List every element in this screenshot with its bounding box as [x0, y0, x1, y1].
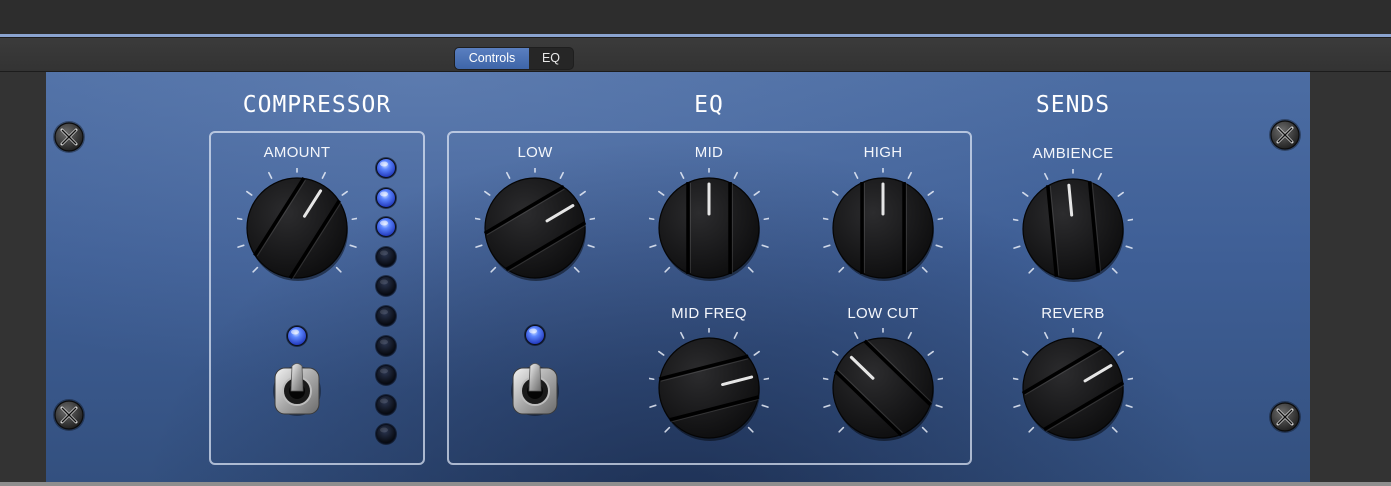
compressor-toggle-switch[interactable]: [270, 360, 324, 418]
screw-icon: [1269, 119, 1301, 151]
low-knob[interactable]: [475, 168, 595, 288]
mid-freq-knob[interactable]: [649, 328, 769, 448]
high-label: HIGH: [863, 144, 903, 161]
meter-led: [375, 423, 397, 446]
screw-icon: [53, 121, 85, 153]
screw-icon: [1269, 401, 1301, 433]
tab-eq[interactable]: EQ: [529, 48, 573, 69]
mid-freq-label: MID FREQ: [671, 305, 747, 322]
low-label: LOW: [517, 144, 553, 161]
left-gutter: [0, 72, 46, 486]
meter-led: [375, 393, 397, 416]
high-knob[interactable]: [823, 168, 943, 288]
section-title-sends: SENDS: [1035, 92, 1111, 118]
compressor-meter: [374, 156, 400, 446]
meter-led: [375, 364, 397, 387]
amount-knob[interactable]: [237, 168, 357, 288]
eq-switch-led: [524, 324, 546, 346]
meter-led: [375, 275, 397, 298]
low-cut-label: LOW CUT: [847, 305, 919, 322]
view-segmented-control: Controls EQ: [454, 47, 574, 70]
compressor-switch-led: [286, 325, 308, 347]
meter-led: [375, 186, 397, 209]
mid-label: MID: [694, 144, 724, 161]
mid-knob[interactable]: [649, 168, 769, 288]
section-title-compressor: COMPRESSOR: [242, 92, 392, 118]
top-bar: [0, 0, 1391, 34]
bottom-edge: [0, 482, 1391, 486]
tab-controls[interactable]: Controls: [455, 48, 529, 69]
amount-label: AMOUNT: [263, 144, 331, 161]
screw-icon: [53, 399, 85, 431]
view-tab-bar: Controls EQ: [0, 37, 1391, 72]
meter-led: [375, 216, 397, 239]
meter-led: [375, 245, 397, 268]
low-cut-knob[interactable]: [823, 328, 943, 448]
meter-led: [375, 334, 397, 357]
meter-led: [375, 305, 397, 327]
meter-led: [375, 157, 397, 179]
right-gutter: [1310, 72, 1391, 486]
plugin-panel: COMPRESSOR EQ SENDS AMOUNT LOW MID HIGH …: [46, 72, 1310, 482]
ambience-label: AMBIENCE: [1032, 145, 1114, 162]
section-title-eq: EQ: [694, 92, 724, 118]
reverb-label: REVERB: [1041, 305, 1105, 322]
reverb-knob[interactable]: [1013, 328, 1133, 448]
eq-toggle-switch[interactable]: [508, 360, 562, 418]
ambience-knob[interactable]: [1013, 169, 1133, 289]
